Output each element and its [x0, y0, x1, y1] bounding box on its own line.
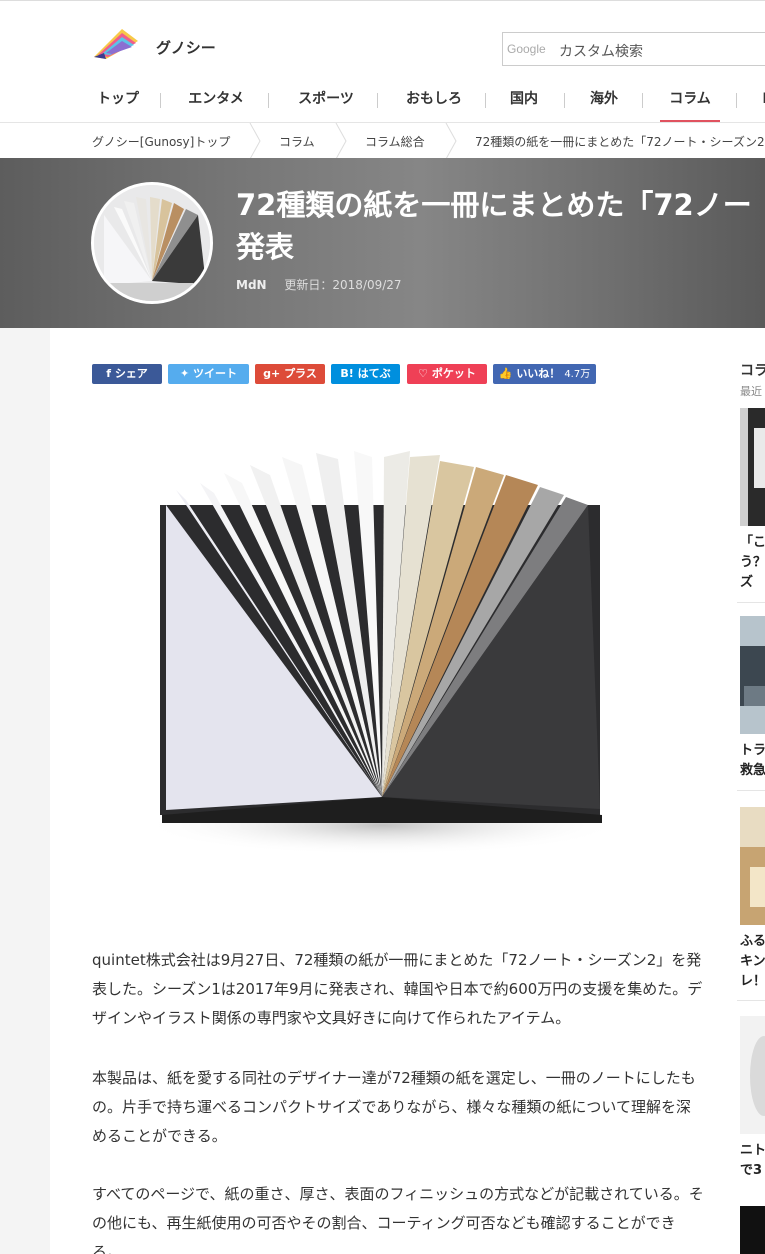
article-title: 72種類の紙を一冊にまとめた「72ノー 発表	[236, 184, 765, 268]
sidebar-subheading: 最近	[740, 385, 762, 398]
breadcrumb-item-top[interactable]: グノシー[Gunosy]トップ	[92, 133, 230, 150]
google-logo: Google	[507, 42, 546, 56]
article-source[interactable]: MdN	[236, 278, 267, 292]
nav-tab-overseas[interactable]: 海外	[582, 83, 626, 123]
facebook-icon: f	[106, 367, 115, 380]
share-google-plus-label: プラス	[284, 367, 317, 380]
search-placeholder: カスタム検索	[559, 44, 643, 60]
nav-tab-sports[interactable]: スポーツ	[290, 83, 362, 123]
nav-separator	[268, 93, 269, 108]
nav-tab-omoshiro[interactable]: おもしろ	[398, 83, 470, 123]
gunosy-logo-icon[interactable]	[92, 27, 140, 61]
left-gutter	[0, 328, 50, 1254]
pocket-icon: ♡	[418, 367, 432, 380]
article-thumbnail	[91, 182, 213, 304]
sidebar-item-thumbnail[interactable]	[740, 807, 765, 925]
sidebar-item-thumbnail[interactable]	[740, 616, 765, 734]
article-main-image	[142, 451, 622, 855]
share-like-button[interactable]: 👍 いいね！ 4.7万	[493, 364, 596, 384]
nav-tab-top[interactable]: トップ	[90, 83, 146, 123]
nav-tab-more[interactable]: I	[758, 83, 765, 123]
share-like-label: いいね！	[516, 367, 561, 380]
share-hatena-button[interactable]: B! はてぶ	[331, 364, 400, 384]
sidebar-item-title[interactable]: ふるキンレ！	[740, 932, 765, 992]
hatena-icon: B!	[340, 367, 358, 380]
article-meta: MdN 更新日：2018/09/27	[236, 276, 402, 293]
sidebar-divider	[737, 1000, 765, 1001]
brand-name[interactable]: グノシー	[156, 37, 216, 58]
nav-separator	[377, 93, 378, 108]
google-plus-icon: g+	[263, 367, 285, 380]
article-title-line2: 発表	[236, 230, 295, 264]
nav-tab-entame[interactable]: エンタメ	[180, 83, 252, 123]
sidebar-divider	[737, 602, 765, 603]
share-google-plus-button[interactable]: g+ プラス	[255, 364, 325, 384]
paper-book-thumbnail-image	[94, 185, 210, 301]
share-pocket-button[interactable]: ♡ ポケット	[407, 364, 487, 384]
article-paragraph: quintet株式会社は9月27日、72種類の紙が一冊にまとめた「72ノート・シ…	[92, 951, 703, 1027]
breadcrumb-chevron-icon	[335, 123, 347, 159]
share-twitter-label: ツイート	[193, 367, 238, 380]
sidebar-item-title[interactable]: トラ救急	[740, 741, 765, 781]
breadcrumb-item-column-all[interactable]: コラム総合	[365, 133, 425, 150]
nav-tab-column[interactable]: コラム	[660, 83, 720, 123]
like-icon: 👍	[498, 367, 517, 380]
breadcrumb-item-current: 72種類の紙を一冊にまとめた「72ノート・シーズン2」	[475, 135, 765, 149]
nav-separator	[736, 93, 737, 108]
nav-tab-domestic[interactable]: 国内	[502, 83, 546, 123]
share-facebook-button[interactable]: f シェア	[92, 364, 162, 384]
nav-separator	[642, 93, 643, 108]
sidebar-item-thumbnail[interactable]	[740, 408, 765, 526]
article-hero: 72種類の紙を一冊にまとめた「72ノー 発表 MdN 更新日：2018/09/2…	[0, 158, 765, 328]
share-facebook-label: シェア	[114, 367, 148, 380]
article-updated-date: 更新日：2018/09/27	[284, 278, 402, 292]
sidebar-item-thumbnail[interactable]	[740, 1016, 765, 1134]
share-hatena-label: はてぶ	[357, 367, 391, 380]
share-pocket-label: ポケット	[431, 367, 476, 380]
twitter-icon: ✦	[179, 367, 194, 380]
breadcrumb-item-column[interactable]: コラム	[279, 133, 315, 150]
sidebar-related: コラ 最近 「こう？ズ トラ救急 ふるキンレ！ ニトで3	[737, 354, 765, 1254]
article-title-line1: 72種類の紙を一冊にまとめた「72ノー	[236, 188, 752, 222]
site-header: グノシー Google カスタム検索 トップ エンタメ スポーツ おもしろ 国内…	[0, 0, 765, 123]
search-input[interactable]: Google カスタム検索	[502, 32, 765, 66]
sidebar-ad-block[interactable]	[740, 1206, 765, 1254]
sidebar-divider	[737, 790, 765, 791]
breadcrumb: グノシー[Gunosy]トップ コラム コラム総合 72種類の紙を一冊にまとめた…	[0, 122, 765, 159]
share-twitter-button[interactable]: ✦ ツイート	[168, 364, 249, 384]
category-nav: トップ エンタメ スポーツ おもしろ 国内 海外 コラム I	[70, 83, 765, 123]
sidebar-item-title[interactable]: 「こう？ズ	[740, 533, 765, 593]
sidebar-item-title[interactable]: ニトで3	[740, 1141, 765, 1181]
breadcrumb-chevron-icon	[445, 123, 457, 159]
breadcrumb-chevron-icon	[249, 123, 261, 159]
nav-separator	[485, 93, 486, 108]
share-like-count: 4.7万	[564, 369, 591, 380]
article-paragraph: 本製品は、紙を愛する同社のデザイナー達が72種類の紙を選定し、一冊のノートにした…	[92, 1069, 696, 1145]
article-paragraph: すべてのページで、紙の重さ、厚さ、表面のフィニッシュの方式などが記載されている。…	[92, 1185, 704, 1254]
nav-separator	[160, 93, 161, 108]
nav-separator	[564, 93, 565, 108]
sidebar-heading: コラ	[740, 363, 765, 379]
